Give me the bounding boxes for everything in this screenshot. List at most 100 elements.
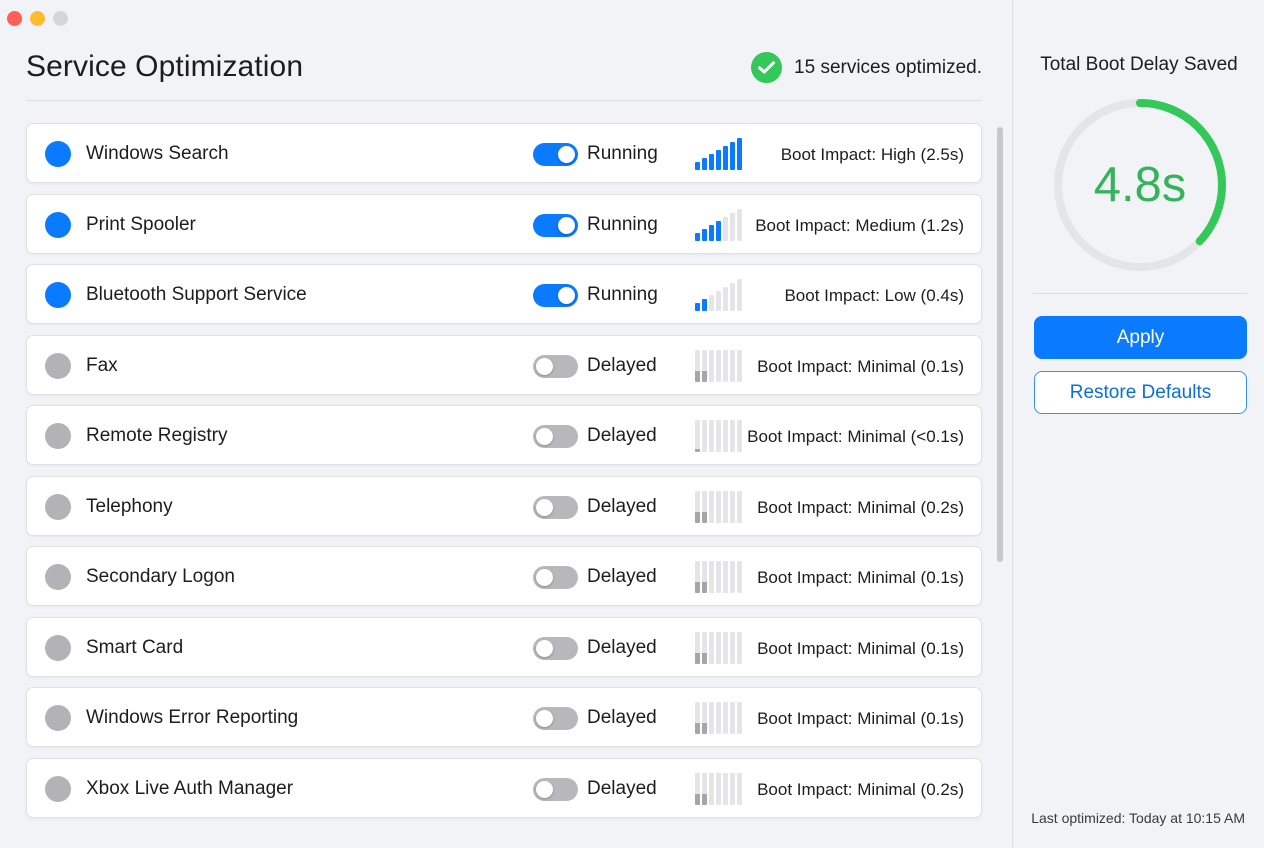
service-name: Windows Search xyxy=(86,143,229,164)
service-toggle[interactable] xyxy=(533,566,578,589)
boot-impact-text: Boot Impact: Minimal (0.2s) xyxy=(757,497,964,517)
impact-bar xyxy=(716,420,721,452)
impact-bar xyxy=(730,420,735,452)
checkmark-circle-icon xyxy=(751,52,783,83)
status-text: 15 services optimized. xyxy=(794,56,982,78)
boot-impact-text: Boot Impact: Medium (1.2s) xyxy=(755,215,964,235)
impact-bar xyxy=(730,349,735,382)
delayed-status-dot xyxy=(45,775,71,802)
impact-bar xyxy=(695,349,700,382)
services-panel: Service Optimization 15 services optimiz… xyxy=(0,0,1012,848)
impact-bar xyxy=(723,561,728,593)
boot-impact-meter xyxy=(695,489,751,523)
service-status: Delayed xyxy=(587,425,657,446)
toggle-knob xyxy=(558,287,575,304)
running-status-dot xyxy=(45,141,71,167)
impact-bar xyxy=(709,561,714,593)
service-toggle[interactable] xyxy=(533,284,578,307)
impact-bar xyxy=(730,212,735,241)
service-row[interactable]: Remote Registry Delayed Boot Impact: Minim… xyxy=(26,405,982,465)
service-status: Delayed xyxy=(587,707,657,728)
service-row[interactable]: Windows Search Running Boot Impact: High (… xyxy=(26,123,982,183)
service-toggle[interactable] xyxy=(533,354,578,378)
service-row[interactable]: Secondary Logon Delayed Boot Impact: Minim… xyxy=(26,546,982,606)
service-status: Delayed xyxy=(587,636,657,658)
impact-bar xyxy=(716,772,721,805)
summary-panel: Total Boot Delay Saved 4.8s Apply Restor… xyxy=(1012,0,1264,848)
service-name: Print Spooler xyxy=(86,213,196,235)
last-optimized-text: Last optimized: Today at 10:15 AM xyxy=(1031,810,1245,826)
impact-bar xyxy=(737,349,742,382)
service-row[interactable]: Xbox Live Auth Manager Delayed Boot Impact… xyxy=(26,757,982,818)
impact-bar xyxy=(709,349,714,382)
toggle-knob xyxy=(536,639,553,657)
service-toggle[interactable] xyxy=(533,213,578,237)
service-toggle[interactable] xyxy=(533,636,578,660)
toggle-knob xyxy=(536,780,553,798)
boot-impact-text: Boot Impact: High (2.5s) xyxy=(780,145,964,164)
service-row[interactable]: Smart Card Delayed Boot Impact: Minimal (0… xyxy=(26,616,982,677)
impact-bar xyxy=(723,420,728,452)
service-row[interactable]: Windows Error Reporting Delayed Boot Impac… xyxy=(26,687,982,747)
impact-bar xyxy=(730,490,735,523)
service-toggle[interactable] xyxy=(533,777,578,801)
delayed-status-dot xyxy=(45,634,71,661)
impact-bar xyxy=(695,772,700,805)
impact-bar xyxy=(723,702,728,734)
impact-bar xyxy=(716,150,721,170)
impact-bar xyxy=(737,420,742,452)
impact-bar xyxy=(702,772,707,805)
impact-bar xyxy=(723,146,728,170)
impact-bar xyxy=(709,224,714,241)
boot-impact-text: Boot Impact: Minimal (0.1s) xyxy=(757,568,964,587)
impact-bar xyxy=(702,420,707,452)
impact-bar xyxy=(730,772,735,805)
service-toggle[interactable] xyxy=(533,495,578,519)
impact-bar xyxy=(737,279,742,311)
boot-impact-text: Boot Impact: Minimal (0.1s) xyxy=(757,709,964,728)
impact-bar xyxy=(702,702,707,734)
impact-bar xyxy=(716,490,721,523)
impact-bar xyxy=(695,631,700,664)
gauge-value: 4.8s xyxy=(1093,158,1187,212)
impact-bar xyxy=(695,561,700,593)
service-name: Fax xyxy=(86,354,118,376)
impact-bar xyxy=(695,490,700,523)
service-toggle[interactable] xyxy=(533,707,578,730)
boot-impact-meter xyxy=(695,771,751,805)
apply-button[interactable]: Apply xyxy=(1034,316,1247,359)
impact-bar xyxy=(709,490,714,523)
toggle-knob xyxy=(536,710,553,727)
boot-impact-text: Boot Impact: Minimal (<0.1s) xyxy=(747,427,964,446)
impact-bar xyxy=(730,142,735,170)
service-row[interactable]: Print Spooler Running Boot Impact: Medium … xyxy=(26,193,982,254)
boot-impact-text: Boot Impact: Minimal (0.2s) xyxy=(757,779,964,799)
restore-defaults-button[interactable]: Restore Defaults xyxy=(1034,371,1247,414)
service-toggle[interactable] xyxy=(533,425,578,448)
list-scrollbar[interactable] xyxy=(997,127,1003,562)
service-toggle[interactable] xyxy=(533,143,578,166)
impact-bar xyxy=(709,702,714,734)
toggle-knob xyxy=(536,428,553,445)
service-status: Running xyxy=(587,213,658,235)
service-row[interactable]: Telephony Delayed Boot Impact: Minimal (0.… xyxy=(26,475,982,536)
delayed-status-dot xyxy=(45,564,71,590)
impact-bar xyxy=(737,631,742,664)
delayed-status-dot xyxy=(45,705,71,731)
boot-impact-meter xyxy=(695,136,751,170)
impact-bar xyxy=(709,631,714,664)
impact-bar xyxy=(716,702,721,734)
service-row[interactable]: Bluetooth Support Service Running Boot Imp… xyxy=(26,264,982,324)
impact-bar xyxy=(737,561,742,593)
boot-impact-text: Boot Impact: Minimal (0.1s) xyxy=(757,356,964,376)
boot-impact-meter xyxy=(695,207,751,241)
boot-impact-meter xyxy=(695,348,751,382)
boot-impact-text: Boot Impact: Minimal (0.1s) xyxy=(757,638,964,658)
toggle-knob xyxy=(536,569,553,586)
service-row[interactable]: Fax Delayed Boot Impact: Minimal (0.1s) xyxy=(26,334,982,395)
impact-bar xyxy=(730,702,735,734)
impact-bar xyxy=(695,232,700,241)
impact-bar xyxy=(716,631,721,664)
impact-bar xyxy=(716,349,721,382)
boot-impact-text: Boot Impact: Low (0.4s) xyxy=(784,286,964,305)
